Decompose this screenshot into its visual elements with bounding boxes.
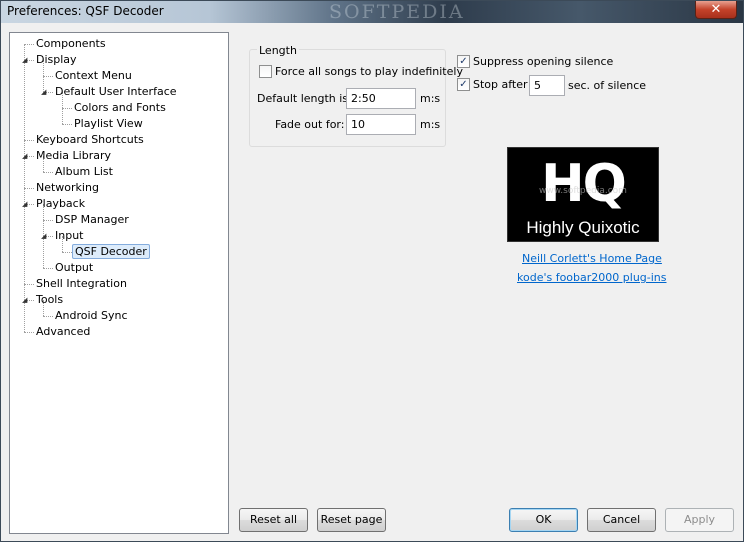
home-page-link[interactable]: Neill Corlett's Home Page <box>522 252 662 265</box>
tree-item-label: Tools <box>36 293 64 306</box>
tree-item-shell-integration[interactable]: Shell Integration <box>34 276 129 292</box>
tree-item-label: Android Sync <box>55 309 128 322</box>
reset-page-button[interactable]: Reset page <box>317 508 386 532</box>
logo-watermark: www.softpedia.com <box>539 186 627 196</box>
tree-item-networking[interactable]: Networking <box>34 180 101 196</box>
stop-after-unit: sec. of silence <box>568 79 647 92</box>
tree-expander-icon[interactable]: ◢ <box>41 232 49 240</box>
softpedia-watermark: SOFTPEDIA <box>329 1 465 23</box>
tree-expander-icon[interactable] <box>22 40 30 48</box>
tree-item-colors-and-fonts[interactable]: Colors and Fonts <box>72 100 168 116</box>
tree-item-label: Shell Integration <box>36 277 127 290</box>
tree-expander-icon[interactable] <box>41 264 49 272</box>
tree-expander-icon[interactable] <box>22 136 30 144</box>
logo-text: Highly Quixotic <box>526 218 640 237</box>
tree-item-output[interactable]: Output <box>53 260 95 276</box>
tree-expander-icon[interactable] <box>22 328 30 336</box>
stop-after-label: Stop after <box>473 78 528 91</box>
tree-item-label: Keyboard Shortcuts <box>36 133 144 146</box>
cancel-button[interactable]: Cancel <box>587 508 656 532</box>
preferences-window: Preferences: QSF Decoder SOFTPEDIA ✕ Com… <box>0 0 744 542</box>
tree-expander-icon[interactable]: ◢ <box>22 56 30 64</box>
suppress-silence-label: Suppress opening silence <box>473 55 614 68</box>
highly-quixotic-logo: HQ www.softpedia.com Highly Quixotic <box>507 147 659 242</box>
tree-item-label: DSP Manager <box>55 213 129 226</box>
tree-expander-icon[interactable] <box>41 72 49 80</box>
apply-button[interactable]: Apply <box>665 508 734 532</box>
tree-item-label: QSF Decoder <box>72 244 150 259</box>
tree-item-label: Album List <box>55 165 113 178</box>
plugins-link[interactable]: kode's foobar2000 plug-ins <box>517 271 667 284</box>
default-length-label: Default length is: <box>257 92 352 105</box>
tree-item-keyboard-shortcuts[interactable]: Keyboard Shortcuts <box>34 132 146 148</box>
tree-item-label: Advanced <box>36 325 91 338</box>
default-length-unit: m:s <box>420 92 441 105</box>
tree-item-dsp-manager[interactable]: DSP Manager <box>53 212 131 228</box>
ok-button[interactable]: OK <box>509 508 578 532</box>
tree-item-label: Components <box>36 37 106 50</box>
logo-hq-mark: HQ <box>541 154 627 214</box>
tree-item-playback[interactable]: Playback <box>34 196 87 212</box>
tree-expander-icon[interactable]: ◢ <box>22 152 30 160</box>
tree-expander-icon[interactable] <box>60 120 68 128</box>
preferences-tree[interactable]: Components Display ◢ Context Menu Default Us… <box>9 32 229 534</box>
stop-after-checkbox[interactable]: ✓ <box>457 78 470 91</box>
tree-item-qsf-decoder[interactable]: QSF Decoder <box>72 244 150 260</box>
tree-item-label: Playback <box>36 197 86 210</box>
tree-expander-icon[interactable] <box>60 104 68 112</box>
close-button[interactable]: ✕ <box>695 1 737 19</box>
tree-item-label: Display <box>36 53 77 66</box>
tree-expander-icon[interactable] <box>41 168 49 176</box>
tree-item-label: Media Library <box>36 149 111 162</box>
window-title: Preferences: QSF Decoder <box>7 4 164 18</box>
tree-expander-icon[interactable]: ◢ <box>22 296 30 304</box>
tree-expander-icon[interactable]: ◢ <box>41 88 49 96</box>
tree-item-media-library[interactable]: Media Library <box>34 148 113 164</box>
tree-item-album-list[interactable]: Album List <box>53 164 115 180</box>
fade-out-input[interactable]: 10 <box>346 114 416 135</box>
tree-item-tools[interactable]: Tools <box>34 292 65 308</box>
tree-item-label: Output <box>55 261 94 274</box>
fade-out-unit: m:s <box>420 118 441 131</box>
tree-item-label: Context Menu <box>55 69 132 82</box>
suppress-silence-checkbox[interactable]: ✓ <box>457 55 470 68</box>
tree-expander-icon[interactable] <box>41 312 49 320</box>
tree-expander-icon[interactable] <box>22 280 30 288</box>
tree-item-label: Colors and Fonts <box>74 101 166 114</box>
tree-item-label: Networking <box>36 181 99 194</box>
force-indefinite-checkbox[interactable] <box>259 65 272 78</box>
fade-out-label: Fade out for: <box>275 118 345 131</box>
tree-item-label: Input <box>55 229 84 242</box>
tree-item-playlist-view[interactable]: Playlist View <box>72 116 145 132</box>
tree-item-context-menu[interactable]: Context Menu <box>53 68 134 84</box>
tree-expander-icon[interactable] <box>22 184 30 192</box>
tree-expander-icon[interactable] <box>60 248 68 256</box>
tree-item-advanced[interactable]: Advanced <box>34 324 92 340</box>
tree-item-label: Playlist View <box>74 117 143 130</box>
tree-expander-icon[interactable]: ◢ <box>22 200 30 208</box>
tree-item-label: Default User Interface <box>55 85 177 98</box>
tree-item-display[interactable]: Display <box>34 52 79 68</box>
tree-item-android-sync[interactable]: Android Sync <box>53 308 130 324</box>
force-indefinite-label: Force all songs to play indefinitely <box>275 65 463 78</box>
stop-after-input[interactable]: 5 <box>529 75 565 96</box>
tree-item-components[interactable]: Components <box>34 36 108 52</box>
default-length-input[interactable]: 2:50 <box>346 88 416 109</box>
reset-all-button[interactable]: Reset all <box>239 508 308 532</box>
title-bar[interactable]: Preferences: QSF Decoder SOFTPEDIA ✕ <box>1 1 743 23</box>
tree-expander-icon[interactable] <box>41 216 49 224</box>
length-group-legend: Length <box>257 44 299 57</box>
tree-item-default-user-interface[interactable]: Default User Interface <box>53 84 179 100</box>
tree-item-input[interactable]: Input <box>53 228 85 244</box>
